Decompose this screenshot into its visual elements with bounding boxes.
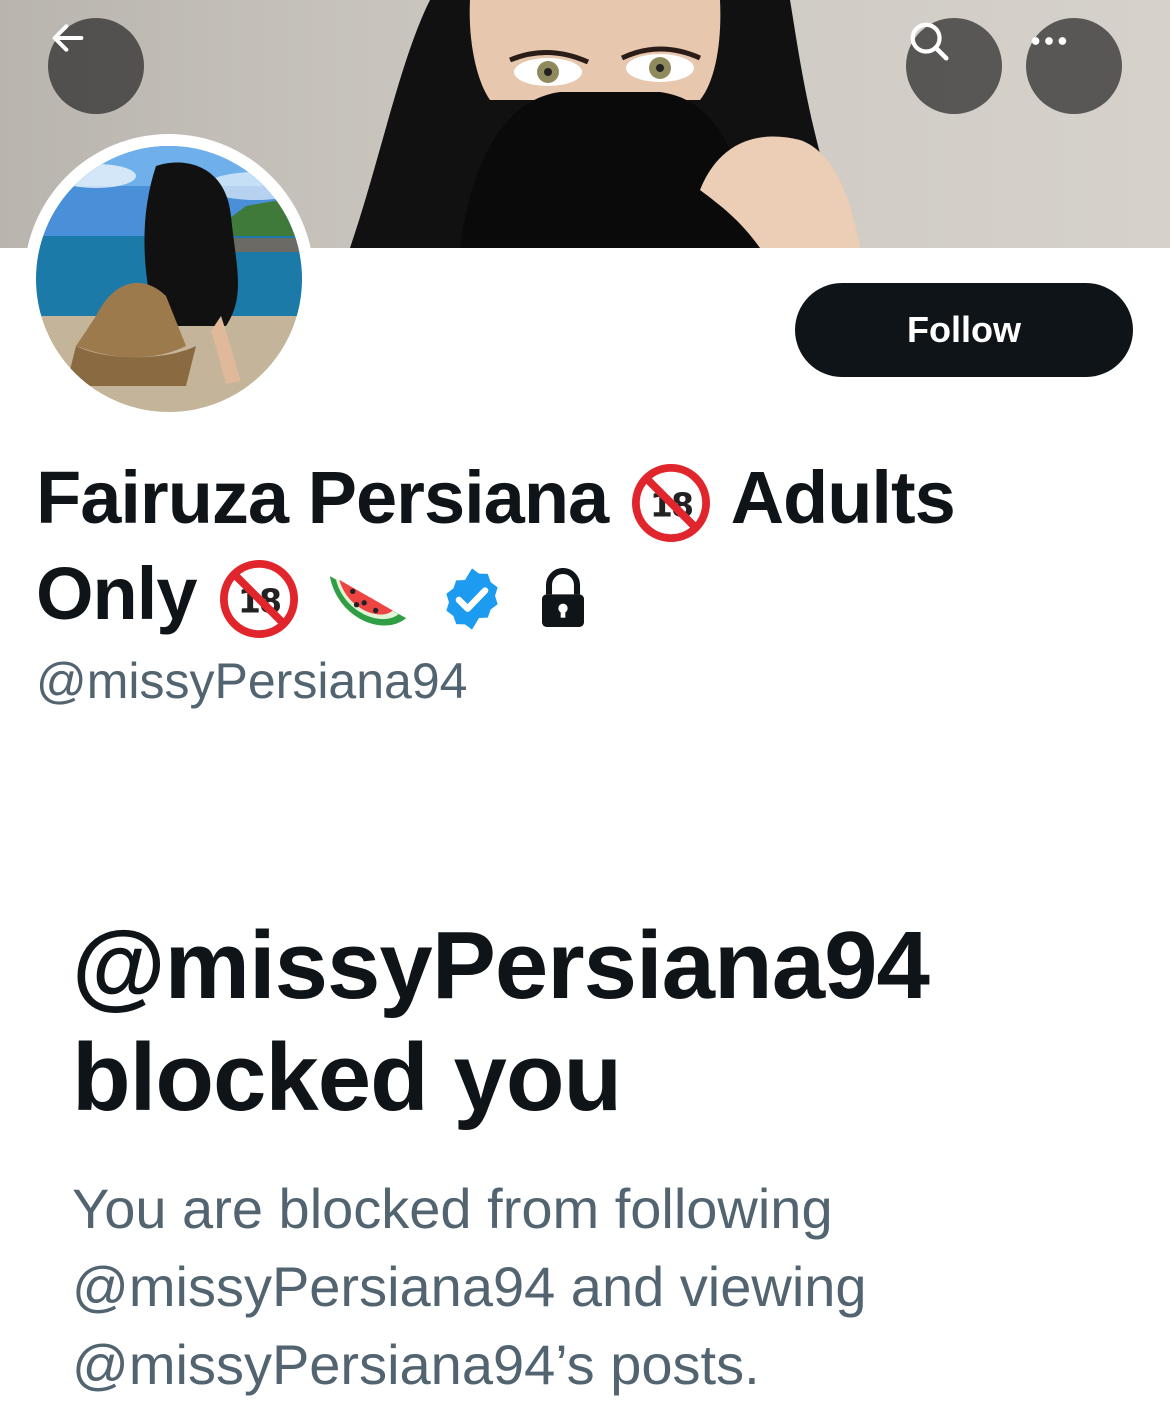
display-name-part1: Fairuza Persiana: [36, 456, 609, 539]
arrow-left-icon: [52, 24, 84, 52]
watermelon-icon: [329, 576, 406, 626]
search-button[interactable]: [906, 18, 1002, 114]
avatar-image: [36, 146, 302, 412]
blocked-description: You are blocked from following @missyPer…: [72, 1177, 867, 1396]
more-horizontal-icon: [1031, 37, 1067, 45]
no-one-under-18-icon: 18: [220, 560, 299, 639]
avatar[interactable]: [24, 134, 314, 424]
display-name-part3: Only: [36, 552, 197, 635]
lock-icon: [541, 568, 584, 628]
profile-handle: @missyPersiana94: [36, 653, 468, 709]
follow-button[interactable]: Follow: [795, 283, 1133, 377]
verified-badge-icon: [446, 568, 498, 631]
back-button[interactable]: [48, 18, 144, 114]
more-button[interactable]: [1026, 18, 1122, 114]
search-icon: [910, 22, 949, 61]
display-name-part2: Adults: [730, 456, 956, 539]
blocked-title: @missyPersiana94 blocked you: [72, 912, 930, 1131]
display-name: Fairuza Persiana 18 Adults Only 18: [36, 450, 1136, 642]
no-one-under-18-icon: 18: [631, 464, 710, 543]
